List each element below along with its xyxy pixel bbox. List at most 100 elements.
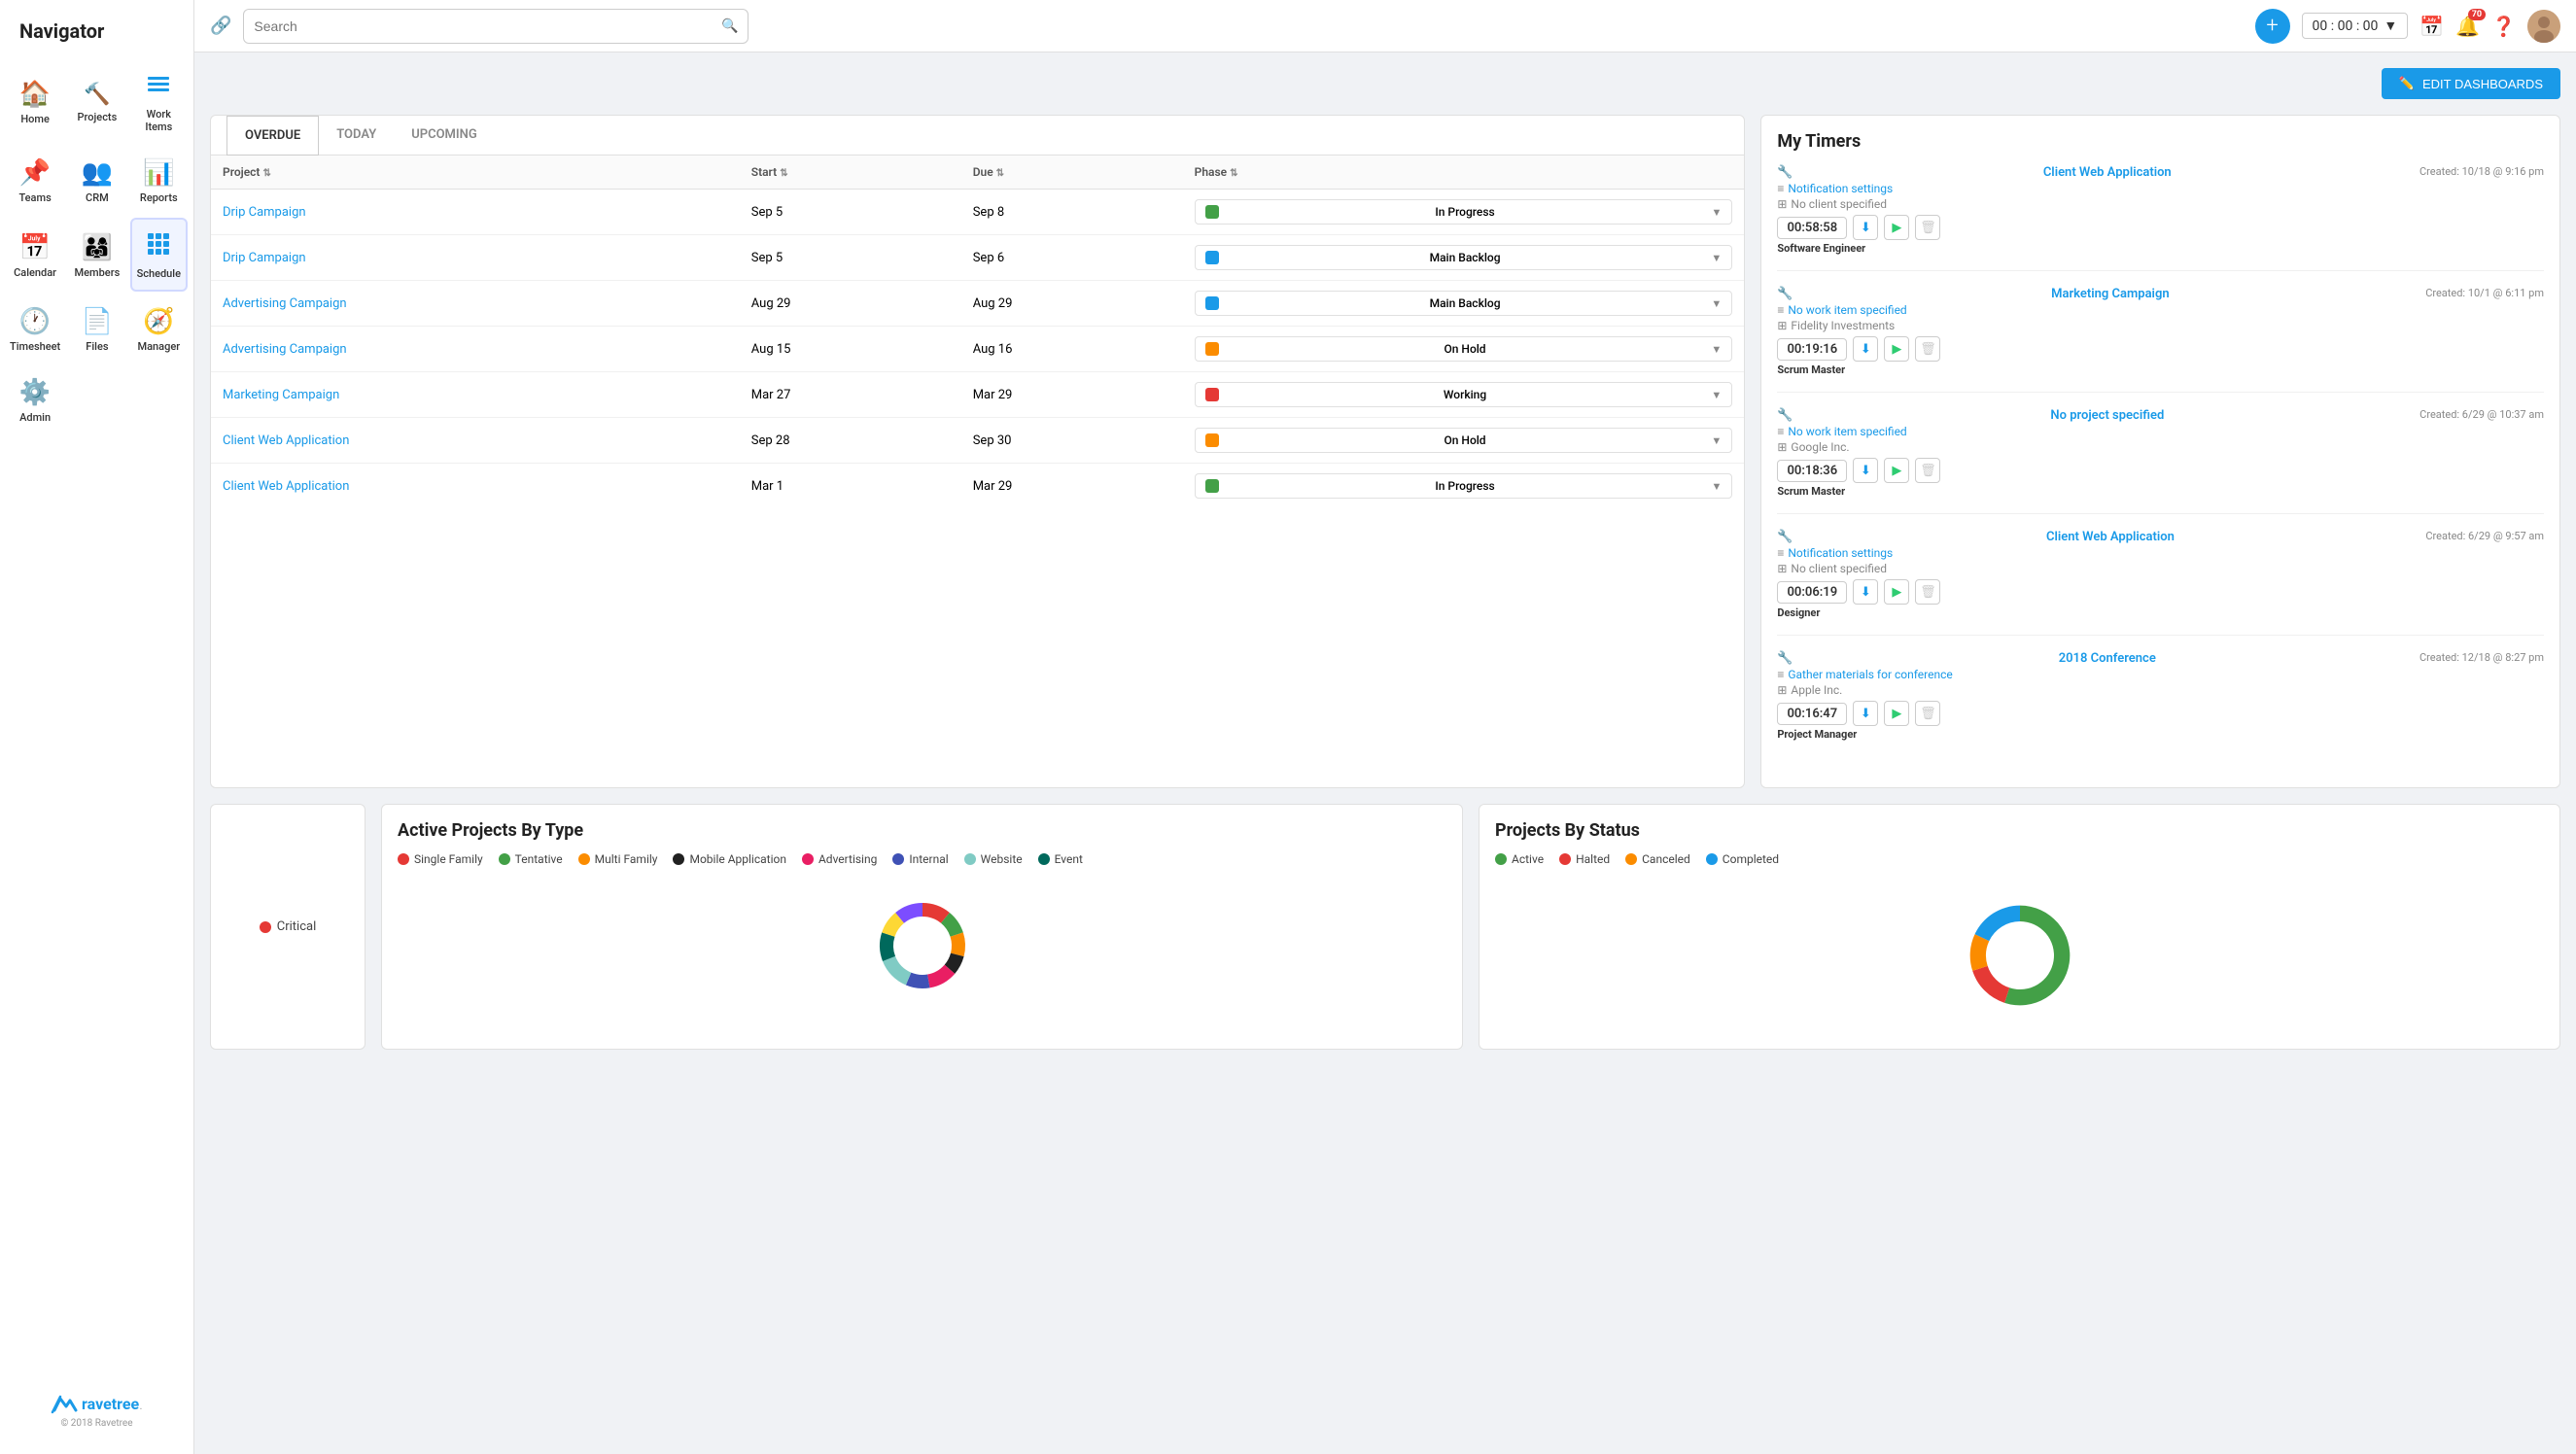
calendar-topbar-icon[interactable]: 📅 xyxy=(2419,15,2444,38)
timer-download-button[interactable]: ⬇ xyxy=(1853,215,1878,240)
list-icon: ≡ xyxy=(1777,303,1784,317)
copyright: © 2018 Ravetree xyxy=(51,1418,143,1429)
main-area: 🔗 🔍 + 00 : 00 : 00 ▼ 📅 🔔 70 ❓ xyxy=(194,0,2576,1454)
sidebar-item-crm[interactable]: 👥 CRM xyxy=(68,147,125,214)
timer-project[interactable]: Client Web Application xyxy=(2046,530,2175,544)
timer-project[interactable]: Marketing Campaign xyxy=(2051,287,2170,301)
timer-download-button[interactable]: ⬇ xyxy=(1853,336,1878,362)
timer-display[interactable]: 00 : 00 : 00 ▼ xyxy=(2302,13,2409,39)
due-date: Sep 8 xyxy=(961,190,1183,235)
list-icon: ≡ xyxy=(1777,546,1784,560)
tab-overdue[interactable]: OVERDUE xyxy=(226,116,319,156)
timer-created: Created: 10/1 @ 6:11 pm xyxy=(2425,287,2544,299)
sidebar-item-reports[interactable]: 📊 Reports xyxy=(130,147,188,214)
sidebar-item-home-label: Home xyxy=(20,113,50,125)
timer-workitem[interactable]: No work item specified xyxy=(1788,425,1906,438)
sidebar-item-admin[interactable]: ⚙️ Admin xyxy=(6,366,64,433)
timer-delete-button[interactable]: 🗑 xyxy=(1915,701,1940,726)
timer-workitem[interactable]: Notification settings xyxy=(1788,546,1893,560)
phase-badge[interactable]: In Progress ▼ xyxy=(1195,473,1733,499)
help-icon[interactable]: ❓ xyxy=(2491,15,2516,38)
timer-delete-button[interactable]: 🗑 xyxy=(1915,458,1940,483)
phase-badge[interactable]: On Hold ▼ xyxy=(1195,428,1733,453)
sidebar-footer: ravetree. © 2018 Ravetree xyxy=(35,1369,158,1444)
timers-list: 🔧 Client Web Application Created: 10/18 … xyxy=(1777,165,2544,756)
timer-client-name: No client specified xyxy=(1791,197,1887,211)
timer-client: ⊞ No client specified xyxy=(1777,562,2544,575)
timer-created: Created: 12/18 @ 8:27 pm xyxy=(2419,651,2544,664)
notification-icon[interactable]: 🔔 70 xyxy=(2455,15,2480,38)
sidebar-item-files[interactable]: 📄 Files xyxy=(68,295,125,363)
timer-download-button[interactable]: ⬇ xyxy=(1853,458,1878,483)
project-link[interactable]: Marketing Campaign xyxy=(223,388,339,402)
sidebar-item-members[interactable]: 👨‍👩‍👧 Members xyxy=(68,218,125,292)
legend-label: Event xyxy=(1055,852,1083,866)
sidebar-item-calendar[interactable]: 📅 Calendar xyxy=(6,218,64,292)
sidebar-item-manager[interactable]: 🧭 Manager xyxy=(130,295,188,363)
legend-item: Canceled xyxy=(1625,852,1690,866)
sidebar-item-admin-label: Admin xyxy=(19,411,51,424)
sidebar-item-projects[interactable]: 🔨 Projects xyxy=(68,60,125,143)
project-link[interactable]: Advertising Campaign xyxy=(223,296,347,311)
link-icon[interactable]: 🔗 xyxy=(210,16,231,36)
sidebar-item-home[interactable]: 🏠 Home xyxy=(6,60,64,143)
project-link[interactable]: Advertising Campaign xyxy=(223,342,347,357)
sidebar-item-work-items[interactable]: Work Items xyxy=(130,60,188,143)
timer-project[interactable]: No project specified xyxy=(2050,408,2164,423)
table-row: Advertising Campaign Aug 15 Aug 16 On Ho… xyxy=(211,327,1744,372)
timer-play-button[interactable]: ▶ xyxy=(1884,215,1909,240)
timer-play-button[interactable]: ▶ xyxy=(1884,458,1909,483)
sidebar-item-reports-label: Reports xyxy=(140,191,178,204)
col-due[interactable]: Due ⇅ xyxy=(961,156,1183,190)
tab-today[interactable]: TODAY xyxy=(319,116,394,156)
start-date: Sep 5 xyxy=(740,190,961,235)
timer-project[interactable]: 2018 Conference xyxy=(2059,651,2156,666)
user-avatar[interactable] xyxy=(2527,10,2560,43)
timer-play-button[interactable]: ▶ xyxy=(1884,579,1909,605)
project-link[interactable]: Drip Campaign xyxy=(223,251,306,265)
timer-delete-button[interactable]: 🗑 xyxy=(1915,215,1940,240)
legend-dot xyxy=(1706,853,1718,865)
timer-workitem[interactable]: Notification settings xyxy=(1788,182,1893,195)
timer-delete-button[interactable]: 🗑 xyxy=(1915,336,1940,362)
project-link[interactable]: Client Web Application xyxy=(223,433,349,448)
phase-badge[interactable]: Main Backlog ▼ xyxy=(1195,291,1733,316)
sidebar-item-teams[interactable]: 📌 Teams xyxy=(6,147,64,214)
due-date: Mar 29 xyxy=(961,372,1183,418)
phase-badge[interactable]: In Progress ▼ xyxy=(1195,199,1733,225)
active-projects-panel: Active Projects By Type Single FamilyTen… xyxy=(381,804,1463,1050)
col-phase[interactable]: Phase ⇅ xyxy=(1183,156,1745,190)
phase-dropdown-arrow: ▼ xyxy=(1711,343,1722,356)
project-link[interactable]: Drip Campaign xyxy=(223,205,306,220)
active-projects-title: Active Projects By Type xyxy=(398,820,1446,841)
phase-dot xyxy=(1205,388,1219,401)
timer-download-button[interactable]: ⬇ xyxy=(1853,701,1878,726)
phase-badge[interactable]: Main Backlog ▼ xyxy=(1195,245,1733,270)
edit-dashboards-label: EDIT DASHBOARDS xyxy=(2422,77,2543,91)
projects-status-legend: ActiveHaltedCanceledCompleted xyxy=(1495,852,2544,866)
timer-project[interactable]: Client Web Application xyxy=(2043,165,2172,180)
sort-due: ⇅ xyxy=(996,168,1004,179)
add-button[interactable]: + xyxy=(2255,9,2290,44)
work-table: Project ⇅ Start ⇅ Due ⇅ Phase ⇅ Drip Cam… xyxy=(211,156,1744,508)
edit-dashboards-button[interactable]: ✏️ EDIT DASHBOARDS xyxy=(2382,68,2560,99)
timer-play-button[interactable]: ▶ xyxy=(1884,336,1909,362)
phase-badge[interactable]: Working ▼ xyxy=(1195,382,1733,407)
timer-download-button[interactable]: ⬇ xyxy=(1853,579,1878,605)
col-project[interactable]: Project ⇅ xyxy=(211,156,740,190)
phase-badge[interactable]: On Hold ▼ xyxy=(1195,336,1733,362)
timer-delete-button[interactable]: 🗑 xyxy=(1915,579,1940,605)
timer-workitem[interactable]: No work item specified xyxy=(1788,303,1906,317)
col-start[interactable]: Start ⇅ xyxy=(740,156,961,190)
sidebar-item-schedule[interactable]: Schedule xyxy=(130,218,188,292)
legend-dot xyxy=(578,853,590,865)
timer-play-button[interactable]: ▶ xyxy=(1884,701,1909,726)
timer-workitem[interactable]: Gather materials for conference xyxy=(1788,668,1952,681)
search-input[interactable] xyxy=(254,18,721,34)
legend-dot xyxy=(398,853,409,865)
project-link[interactable]: Client Web Application xyxy=(223,479,349,494)
sidebar-item-timesheet[interactable]: 🕐 Timesheet xyxy=(6,295,64,363)
table-row: Advertising Campaign Aug 29 Aug 29 Main … xyxy=(211,281,1744,327)
tab-upcoming[interactable]: UPCOMING xyxy=(394,116,495,156)
schedule-icon xyxy=(146,231,171,263)
